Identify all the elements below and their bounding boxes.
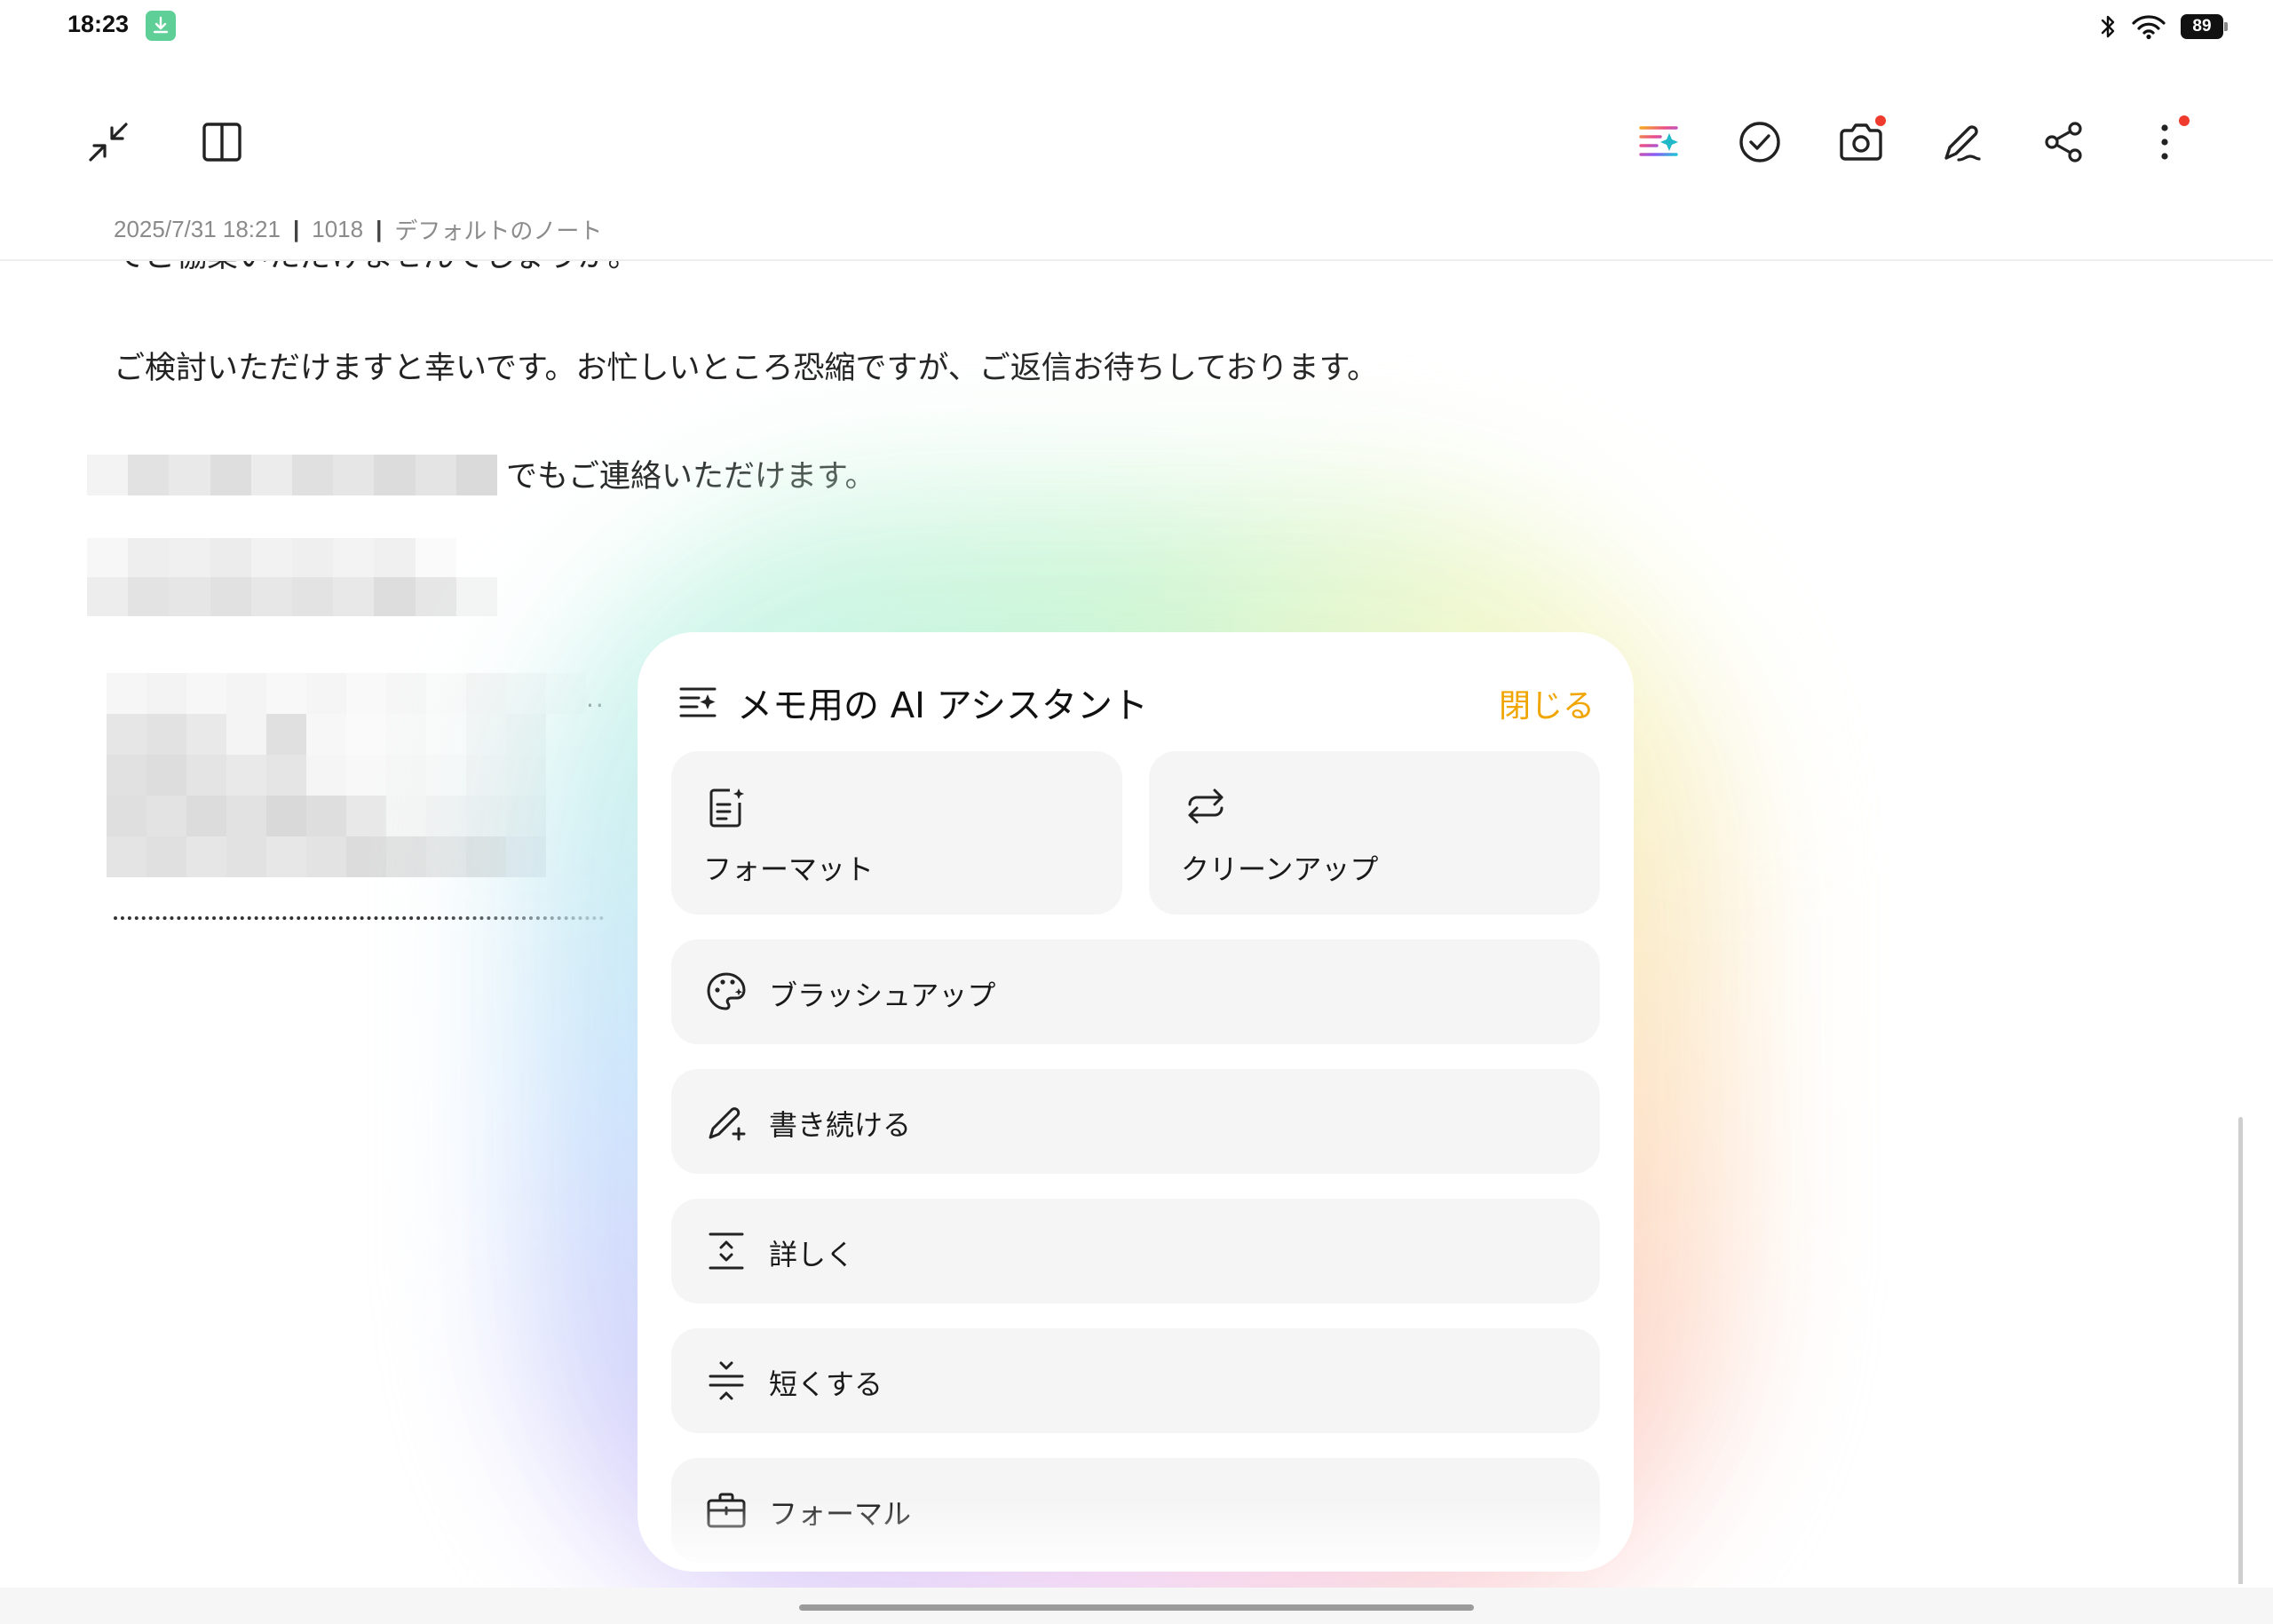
format-label: フォーマット — [703, 852, 875, 886]
brushup-button[interactable]: ブラッシュアップ — [671, 939, 1600, 1044]
redacted-block — [87, 455, 497, 495]
panel-scroll-fade — [638, 1501, 1634, 1572]
more-icon — [2161, 124, 2168, 160]
redacted-block — [107, 673, 586, 877]
format-button[interactable]: フォーマット — [671, 751, 1122, 915]
palette-icon — [707, 972, 746, 1010]
more-notification-dot — [2179, 115, 2190, 126]
brushup-label: ブラッシュアップ — [769, 978, 996, 1012]
wifi-icon — [2132, 15, 2166, 40]
camera-icon — [1840, 123, 1882, 161]
status-bar: 18:23 89 — [0, 0, 2273, 53]
home-gesture-handle[interactable] — [799, 1604, 1474, 1611]
expand-label: 詳しく — [769, 1238, 855, 1271]
share-button[interactable] — [2037, 115, 2090, 169]
ai-panel-title: メモ用の AI アシスタント — [737, 685, 1148, 726]
shorten-button[interactable]: 短くする — [671, 1328, 1600, 1433]
note-datetime: 2025/7/31 18:21 — [114, 216, 281, 242]
format-icon — [709, 788, 744, 828]
checklist-button[interactable] — [1733, 115, 1786, 169]
continue-writing-button[interactable]: 書き続ける — [671, 1069, 1600, 1174]
cleanup-label: クリーンアップ — [1181, 852, 1379, 886]
checklist-icon — [1739, 122, 1780, 162]
ai-assistant-icon — [679, 687, 717, 717]
cleanup-button[interactable]: クリーンアップ — [1149, 751, 1600, 915]
download-icon — [146, 11, 176, 41]
note-text-line: てご協業いただけませんでしょうか。 — [114, 261, 639, 276]
note-text-line: ご検討いただけますと幸いです。お忙しいところ恐縮ですが、ご返信お待ちしております… — [114, 351, 1379, 386]
more-button[interactable] — [2138, 115, 2191, 169]
battery-indicator: 89 — [2181, 14, 2228, 39]
ai-assistant-button[interactable] — [1632, 115, 1685, 169]
status-icons: 89 — [2099, 11, 2228, 43]
redacted-block — [87, 538, 497, 616]
status-time: 18:23 — [67, 11, 130, 37]
ai-assistant-panel: メモ用の AI アシスタント 閉じる フォーマット クリーンアップ ブラッシュア… — [638, 632, 1634, 1572]
note-meta: 2025/7/31 18:21 | 1018 | デフォルトのノート — [114, 213, 602, 246]
expand-button[interactable]: 詳しく — [671, 1199, 1600, 1303]
screen: 18:23 89 2025/7/31 18:21 | 1018 | デフォルトの… — [0, 0, 2273, 1624]
camera-notification-dot — [1875, 115, 1886, 126]
cleanup-icon — [1188, 788, 1224, 824]
ai-assistant-icon — [1639, 126, 1678, 156]
bluetooth-icon — [2101, 15, 2115, 38]
camera-button[interactable] — [1834, 115, 1888, 169]
navigation-bar — [0, 1588, 2273, 1624]
note-char-count: 1018 — [312, 216, 364, 242]
meta-separator: | — [376, 216, 383, 242]
close-button[interactable]: 閉じる — [1499, 680, 1595, 726]
scrollbar[interactable] — [2238, 1117, 2243, 1584]
continue-writing-label: 書き続ける — [769, 1108, 912, 1142]
continue-writing-icon — [709, 1107, 746, 1141]
shorten-icon — [709, 1361, 744, 1400]
note-text-line: でもご連絡いただけます。 — [506, 459, 876, 495]
share-icon — [2045, 122, 2082, 162]
meta-separator: | — [292, 216, 300, 242]
expand-icon — [709, 1232, 744, 1270]
toolbar-right — [0, 115, 2273, 169]
ai-panel-header: メモ用の AI アシスタント — [678, 677, 1148, 728]
pen-button[interactable] — [1936, 115, 1989, 169]
notebook-name[interactable]: デフォルトのノート — [394, 213, 602, 246]
shorten-label: 短くする — [769, 1367, 883, 1401]
pen-icon — [1944, 125, 1981, 162]
